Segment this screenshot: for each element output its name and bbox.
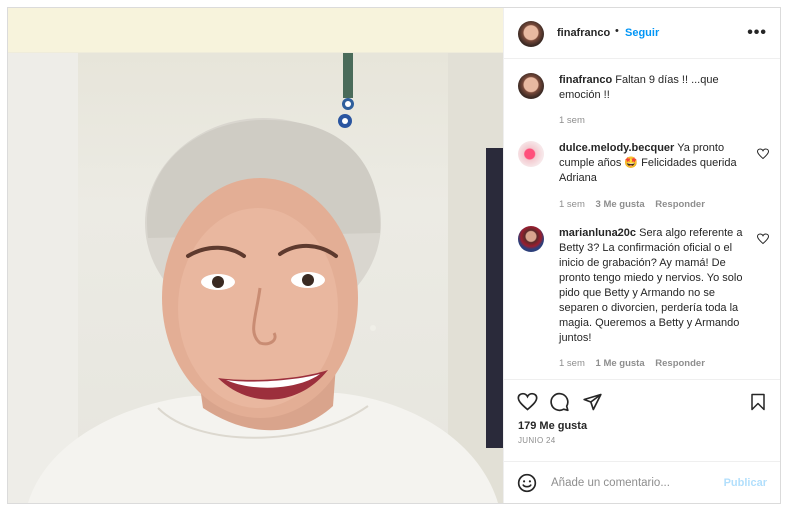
comment-text-block: marianluna20c Sera algo referente a Bett…	[559, 226, 754, 346]
caption-text-block: finafranco Faltan 9 días !! ...que emoci…	[559, 73, 754, 103]
comment-icon[interactable]	[549, 392, 570, 412]
comment-username[interactable]: marianluna20c	[559, 227, 636, 239]
comment-heart-icon[interactable]	[757, 148, 769, 160]
emoji-icon[interactable]	[517, 473, 537, 493]
post-photo[interactable]	[8, 8, 503, 503]
comment-heart-icon[interactable]	[757, 233, 769, 245]
commenter-avatar[interactable]	[518, 141, 544, 167]
add-comment-bar: Publicar	[504, 461, 780, 503]
caption-time[interactable]: 1 sem	[559, 115, 585, 126]
post-date[interactable]: JUNIO 24	[518, 436, 556, 445]
comment-likes[interactable]: 3 Me gusta	[596, 199, 645, 210]
share-icon[interactable]	[582, 392, 603, 412]
comment-meta: 1 sem 1 Me gusta Responder	[559, 358, 713, 369]
post-header: finafranco • Seguir •••	[504, 8, 780, 59]
more-options-icon[interactable]: •••	[747, 24, 767, 42]
caption-username[interactable]: finafranco	[559, 74, 612, 86]
caption-avatar[interactable]	[518, 73, 544, 99]
comment-likes[interactable]: 1 Me gusta	[596, 358, 645, 369]
comment-time[interactable]: 1 sem	[559, 199, 585, 210]
comment-text-block: dulce.melody.becquer Ya pronto cumple añ…	[559, 141, 754, 186]
comment-text: Sera algo referente a Betty 3? La confir…	[559, 227, 743, 344]
reply-button[interactable]: Responder	[655, 199, 705, 210]
caption-meta: 1 sem	[559, 115, 593, 126]
comment-input[interactable]	[551, 474, 711, 492]
separator-dot: •	[615, 25, 619, 37]
author-avatar[interactable]	[518, 21, 544, 47]
follow-button[interactable]: Seguir	[625, 27, 659, 39]
post-photo-illustration	[8, 53, 503, 503]
post-actions: 179 Me gusta JUNIO 24	[504, 379, 780, 461]
comment-username[interactable]: dulce.melody.becquer	[559, 142, 674, 154]
likes-count[interactable]: 179 Me gusta	[518, 420, 587, 432]
heart-icon[interactable]	[517, 392, 538, 412]
post-side-panel: finafranco • Seguir ••• finafranco Falta…	[503, 8, 780, 503]
reply-button[interactable]: Responder	[655, 358, 705, 369]
bookmark-icon[interactable]	[749, 392, 767, 412]
author-username[interactable]: finafranco	[557, 27, 610, 39]
publish-button[interactable]: Publicar	[724, 477, 767, 489]
comment-meta: 1 sem 3 Me gusta Responder	[559, 199, 713, 210]
commenter-avatar[interactable]	[518, 226, 544, 252]
post-frame: finafranco • Seguir ••• finafranco Falta…	[7, 7, 781, 504]
comment-time[interactable]: 1 sem	[559, 358, 585, 369]
